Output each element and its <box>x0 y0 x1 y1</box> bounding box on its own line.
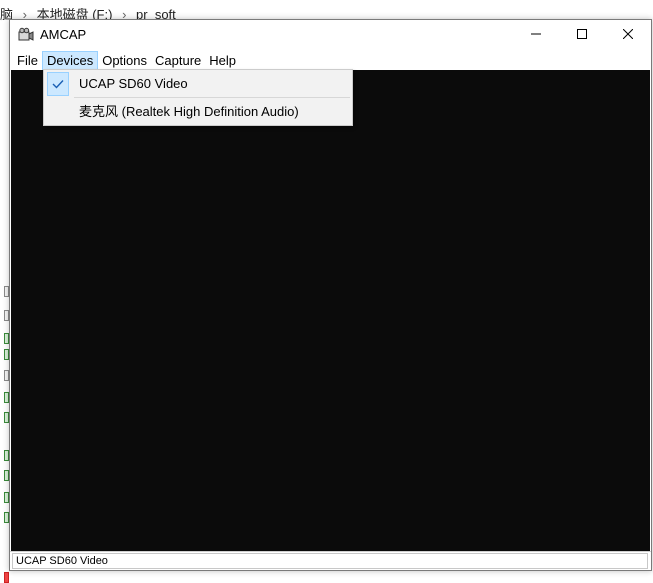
menu-item-video-device[interactable]: UCAP SD60 Video <box>46 72 350 96</box>
menu-options[interactable]: Options <box>98 51 151 70</box>
minimize-icon <box>531 26 541 44</box>
file-icon <box>4 572 9 583</box>
menu-item-label: 麦克风 (Realtek High Definition Audio) <box>79 104 299 119</box>
menu-capture[interactable]: Capture <box>151 51 205 70</box>
close-button[interactable] <box>605 20 651 50</box>
close-icon <box>622 26 634 44</box>
window-title: AMCAP <box>40 27 87 42</box>
menu-item-audio-device[interactable]: 麦克风 (Realtek High Definition Audio) <box>46 100 350 124</box>
devices-dropdown-menu: UCAP SD60 Video 麦克风 (Realtek High Defini… <box>43 69 353 126</box>
menu-help[interactable]: Help <box>205 51 240 70</box>
status-bar: UCAP SD60 Video <box>10 551 651 570</box>
title-bar[interactable]: AMCAP <box>10 20 651 50</box>
status-text: UCAP SD60 Video <box>16 555 108 567</box>
menu-bar: File Devices Options Capture Help <box>10 50 651 70</box>
camera-icon[interactable] <box>18 27 34 43</box>
menu-item-label: UCAP SD60 Video <box>79 76 188 91</box>
video-preview-area[interactable] <box>11 70 650 551</box>
maximize-icon <box>577 26 587 44</box>
menu-devices[interactable]: Devices <box>41 50 99 70</box>
menu-separator <box>74 97 350 98</box>
menu-file[interactable]: File <box>13 51 42 70</box>
checkmark-icon <box>47 72 69 96</box>
minimize-button[interactable] <box>513 20 559 50</box>
maximize-button[interactable] <box>559 20 605 50</box>
